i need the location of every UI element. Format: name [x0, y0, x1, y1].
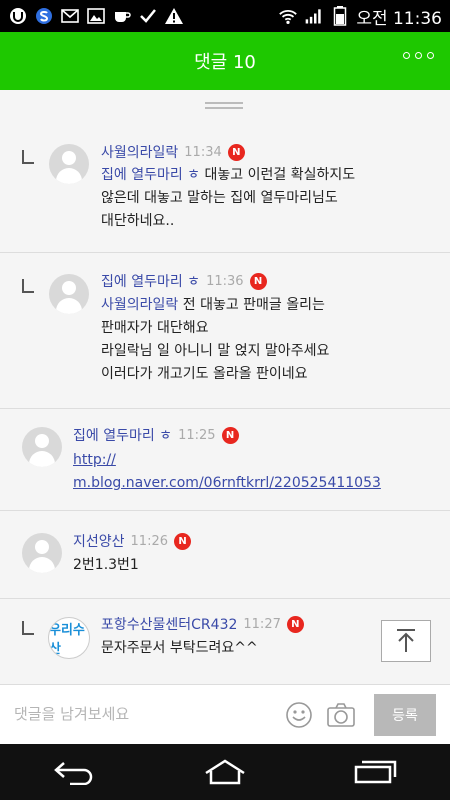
back-icon[interactable] — [50, 752, 100, 792]
comment-time: 11:34 — [184, 144, 222, 160]
warning-icon — [164, 6, 184, 26]
home-icon[interactable] — [200, 752, 250, 792]
comment-author[interactable]: 지선양산 — [73, 531, 125, 551]
comment-text: 2번1.3번1 — [73, 557, 139, 573]
reply-arrow-icon — [22, 279, 34, 293]
avatar[interactable] — [22, 427, 62, 467]
comment-time: 11:27 — [243, 616, 281, 632]
comment-text: 사월의라일락 전 대놓고 판매글 올리는 판매자가 대단해요 라일락님 일 아니… — [101, 297, 330, 382]
url-link[interactable]: m.blog.naver.com/06rnftkrrl/220525411053 — [73, 472, 381, 495]
submit-button[interactable]: 등록 — [374, 694, 436, 736]
avatar[interactable] — [49, 274, 89, 314]
arrow-up-icon — [397, 629, 415, 652]
wifi-icon — [278, 6, 298, 26]
comment-input-bar: 등록 — [0, 684, 450, 744]
u-plus-icon — [8, 6, 28, 26]
mention[interactable]: 집에 열두마리 ㅎ — [101, 167, 200, 183]
new-badge: N — [174, 532, 191, 550]
recent-apps-icon[interactable] — [350, 752, 400, 792]
comment-time: 11:25 — [178, 427, 216, 443]
comment-author[interactable]: 집에 열두마리 ㅎ — [73, 425, 172, 445]
new-badge: N — [227, 143, 245, 161]
coffee-icon — [112, 6, 132, 26]
scroll-to-top-button[interactable] — [381, 620, 431, 662]
nav-bar — [0, 744, 450, 800]
comment-author[interactable]: 사월의라일락 — [101, 142, 178, 162]
new-badge: N — [221, 426, 239, 444]
comment-input[interactable] — [14, 699, 264, 729]
mail-icon — [60, 6, 80, 26]
drag-handle-icon[interactable] — [205, 102, 243, 109]
url-link[interactable]: http:// — [73, 449, 381, 472]
comment-time: 11:36 — [206, 273, 244, 289]
clock: 오전 11:36 — [356, 8, 442, 29]
new-badge: N — [286, 615, 304, 633]
reply-arrow-icon — [22, 150, 34, 164]
avatar[interactable]: 우리수산 — [48, 617, 90, 659]
comment-author[interactable]: 집에 열두마리 ㅎ — [101, 271, 200, 291]
comment-text: 집에 열두마리 ㅎ 대놓고 이런걸 확실하지도 않은데 대놓고 말하는 집에 열… — [101, 167, 356, 229]
emoji-icon[interactable] — [285, 701, 313, 729]
comment-item: 집에 열두마리 ㅎ 11:25 N http:// m.blog.naver.c… — [0, 409, 450, 509]
comment-list[interactable]: 사월의라일락 11:34 N 집에 열두마리 ㅎ 대놓고 이런걸 확실하지도 않… — [0, 90, 450, 684]
camera-icon[interactable] — [326, 701, 356, 729]
header: 댓글 10 — [0, 32, 450, 90]
status-bar: 오전 11:36 — [0, 0, 450, 32]
image-icon — [86, 6, 106, 26]
mention[interactable]: 사월의라일락 — [101, 297, 178, 313]
comment-text: http:// m.blog.naver.com/06rnftkrrl/2205… — [73, 449, 381, 495]
comment-author[interactable]: 포항수산물센터CR432 — [101, 614, 237, 634]
reply-arrow-icon — [22, 621, 34, 635]
comment-item: 지선양산 11:26 N 2번1.3번1 — [0, 511, 450, 591]
page-title: 댓글 10 — [194, 52, 256, 73]
comment-item: 사월의라일락 11:34 N 집에 열두마리 ㅎ 대놓고 이런걸 확실하지도 않… — [0, 122, 450, 252]
avatar[interactable] — [22, 533, 62, 573]
signal-icon — [304, 6, 324, 26]
comment-item: 집에 열두마리 ㅎ 11:36 N 사월의라일락 전 대놓고 판매글 올리는 판… — [0, 253, 450, 408]
battery-icon — [330, 6, 350, 26]
new-badge: N — [249, 272, 267, 290]
avatar[interactable] — [49, 144, 89, 184]
comment-text: 문자주문서 부탁드려요^^ — [101, 640, 258, 656]
check-icon — [138, 6, 158, 26]
more-dots-icon[interactable] — [403, 52, 434, 59]
s-circle-icon — [34, 6, 54, 26]
comment-time: 11:26 — [130, 533, 168, 549]
